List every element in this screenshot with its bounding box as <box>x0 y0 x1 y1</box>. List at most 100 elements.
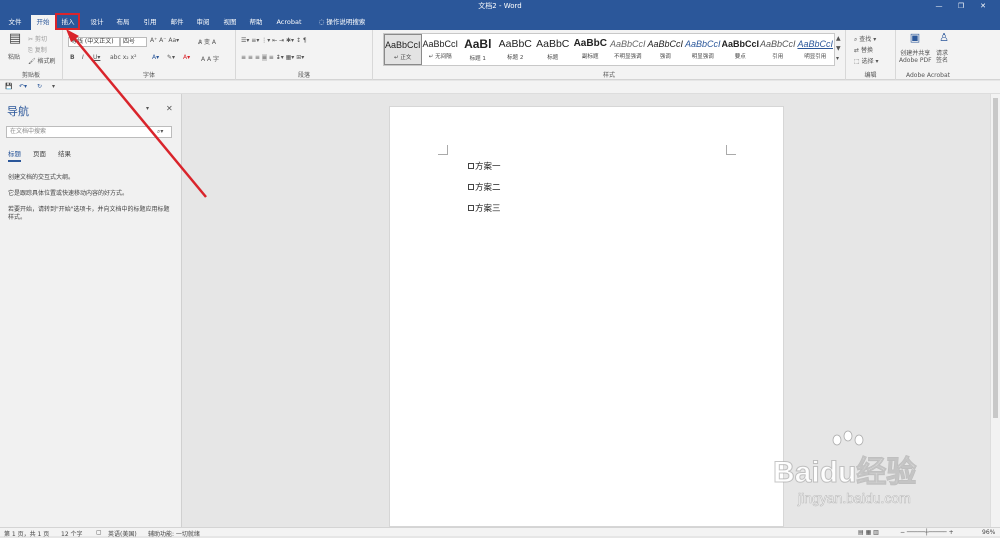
tab-mailings[interactable]: 邮件 <box>166 15 188 30</box>
nav-help-text-2: 它是跟踪具体位置或快速移动内容的好方式。 <box>8 190 129 197</box>
style-heading-2[interactable]: AaBbC 标题 2 <box>497 34 535 65</box>
undo-icon[interactable]: ↶▾ <box>19 83 27 90</box>
zoom-level[interactable]: 96% <box>982 529 995 536</box>
view-buttons[interactable]: ▤ ▦ ▥ <box>858 529 879 536</box>
customize-qat-icon[interactable]: ▾ <box>52 83 55 90</box>
tab-acrobat[interactable]: Acrobat <box>273 15 305 30</box>
minimize-button[interactable]: — <box>928 0 950 12</box>
search-icon: ⌕ <box>854 36 858 43</box>
doc-line[interactable]: 方案三 <box>468 202 501 214</box>
copy-button[interactable]: ⎘ 复制 <box>28 45 47 55</box>
word-count[interactable]: 12 个字 <box>61 529 83 538</box>
font-color-button[interactable]: A▾ <box>183 54 190 61</box>
strikethrough-button[interactable]: abc x₂ x² <box>110 54 137 61</box>
search-input[interactable]: 在文档中搜索 <box>6 126 172 138</box>
scrollbar-thumb[interactable] <box>993 98 998 418</box>
style-title[interactable]: AaBbC 标题 <box>534 34 572 65</box>
clear-format-icon[interactable]: A̷ 变 A <box>198 37 216 46</box>
editing-label: 编辑 <box>864 72 877 79</box>
style-intense-emphasis[interactable]: AaBbCcI 明显强调 <box>684 34 722 65</box>
clipboard-label: 剪贴板 <box>21 72 40 79</box>
text-effects-button[interactable]: A▾ <box>152 54 159 61</box>
redo-icon[interactable]: ↻ <box>37 83 42 90</box>
checkbox-glyph <box>468 205 474 211</box>
highlight-button[interactable]: ✎▾ <box>167 54 175 61</box>
proofing-icon[interactable]: ▢ <box>96 529 102 536</box>
font-size-dropdown[interactable]: 四号 <box>120 37 147 47</box>
font-name-dropdown[interactable]: 等线 (中文正文) <box>68 37 120 47</box>
align-buttons[interactable]: ≡ ≡ ≡ ≡ ≡ ↨▾ ▦▾ ⊞▾ <box>241 54 304 61</box>
request-sign-button[interactable]: 请求 签名 <box>936 50 948 64</box>
paste-icon[interactable]: ▤ <box>8 32 22 50</box>
pdf-icon[interactable]: ▣ <box>908 32 922 47</box>
char-shading-button[interactable]: A A 字 <box>201 54 219 63</box>
create-pdf-button[interactable]: 创建并共享 Adobe PDF <box>899 50 932 64</box>
nav-title: 导航 <box>7 105 29 118</box>
style-heading-1[interactable]: AaBl 标题 1 <box>459 34 497 65</box>
nav-help-text-1: 创建文档的交互式大纲。 <box>8 174 75 181</box>
document-page[interactable]: 方案一 方案二 方案三 <box>389 106 784 527</box>
list-buttons[interactable]: ☰▾ ≡▾ ⋮▾ ⇤ ⇥ ✱▾ ↕ ¶ <box>241 37 307 44</box>
tab-view[interactable]: 视图 <box>219 15 241 30</box>
clipboard-group: ▤ 粘贴 ✂ 剪切 ⎘ 复制 🖌 格式刷 剪贴板 <box>0 30 63 80</box>
bold-button[interactable]: B <box>70 54 75 61</box>
styles-label: 样式 <box>602 72 615 79</box>
style-strong[interactable]: AaBbCcI 要点 <box>722 34 760 65</box>
cut-button[interactable]: ✂ 剪切 <box>28 34 47 43</box>
tab-results[interactable]: 结果 <box>58 148 71 158</box>
close-icon[interactable]: ✕ <box>166 104 173 113</box>
style-subtle-emphasis[interactable]: AaBbCcI 不明显强调 <box>609 34 647 65</box>
doc-line[interactable]: 方案一 <box>468 160 501 172</box>
font-size-buttons[interactable]: A⁺ A⁻ Aa▾ <box>150 37 179 44</box>
paragraph-group: ☰▾ ≡▾ ⋮▾ ⇤ ⇥ ✱▾ ↕ ¶ ≡ ≡ ≡ ≡ ≡ ↨▾ ▦▾ ⊞▾ 段… <box>236 30 373 80</box>
style-intense-quote[interactable]: AaBbCcI 明显引用 <box>797 34 835 65</box>
tab-headings[interactable]: 标题 <box>8 148 21 162</box>
accessibility-status[interactable]: 辅助功能: 一切就绪 <box>148 529 200 538</box>
tab-references[interactable]: 引用 <box>139 15 161 30</box>
title-bar: 文档2 - Word — ❐ ✕ <box>0 0 1000 13</box>
cursor-icon: ⬚ <box>854 58 860 65</box>
style-no-spacing[interactable]: AaBbCcI ↵ 无间隔 <box>422 34 460 65</box>
tab-file[interactable]: 文件 <box>3 15 27 30</box>
vertical-scrollbar[interactable] <box>990 94 1000 527</box>
replace-icon: ⇄ <box>854 47 860 54</box>
save-icon[interactable]: 💾 <box>5 83 12 90</box>
style-emphasis[interactable]: AaBbCcI 强调 <box>647 34 685 65</box>
italic-button[interactable]: I <box>82 54 84 61</box>
page-count[interactable]: 第 1 页，共 1 页 <box>4 529 49 538</box>
tab-design[interactable]: 设计 <box>86 15 108 30</box>
crop-mark <box>726 145 736 155</box>
style-quote[interactable]: AaBbCcI 引用 <box>759 34 797 65</box>
tab-review[interactable]: 审阅 <box>192 15 214 30</box>
style-subtitle[interactable]: AaBbC 副标题 <box>572 34 610 65</box>
paste-button[interactable]: 粘贴 <box>8 52 20 61</box>
style-normal[interactable]: AaBbCcI ↵ 正文 <box>384 34 422 65</box>
restore-button[interactable]: ❐ <box>950 0 972 12</box>
tab-pages[interactable]: 页面 <box>33 148 46 158</box>
search-icon[interactable]: ⌕▾ <box>157 128 163 136</box>
watermark-brand: Baidu经验 <box>772 456 917 490</box>
find-button[interactable]: ⌕ 查找 ▾ <box>854 34 876 44</box>
doc-line[interactable]: 方案二 <box>468 181 501 193</box>
select-button[interactable]: ⬚ 选择 ▾ <box>854 56 879 65</box>
tab-help[interactable]: 帮助 <box>245 15 267 30</box>
checkbox-glyph <box>468 184 474 190</box>
paragraph-label: 段落 <box>297 72 310 79</box>
styles-scroll-buttons[interactable]: ▲ ▼ ▾ <box>836 34 841 64</box>
navigation-pane: 导航 ▾ ✕ 在文档中搜索 ⌕▾ 标题 页面 结果 创建文档的交互式大纲。 它是… <box>0 94 182 527</box>
format-painter-button[interactable]: 🖌 格式刷 <box>28 56 56 65</box>
sign-icon[interactable]: ♙ <box>937 32 951 47</box>
zoom-slider[interactable]: − ─────┼───── + <box>900 529 954 536</box>
tab-layout[interactable]: 布局 <box>112 15 134 30</box>
underline-button[interactable]: U▾ <box>93 54 100 61</box>
quick-access-toolbar: 💾 ↶▾ ↻ ▾ <box>0 81 1000 94</box>
tell-me-box[interactable]: ◌ 操作说明搜索 <box>313 15 371 30</box>
editing-group: ⌕ 查找 ▾ ⇄ 替换 ⬚ 选择 ▾ 编辑 <box>846 30 896 80</box>
language[interactable]: 英语(美国) <box>108 529 137 538</box>
nav-options-icon[interactable]: ▾ <box>146 105 149 112</box>
watermark-url: jingyan.baidu.com <box>798 490 911 507</box>
tab-home[interactable]: 开始 <box>31 15 55 30</box>
close-button[interactable]: ✕ <box>972 0 994 12</box>
window-title: 文档2 - Word <box>478 2 522 10</box>
replace-button[interactable]: ⇄ 替换 <box>854 45 873 54</box>
